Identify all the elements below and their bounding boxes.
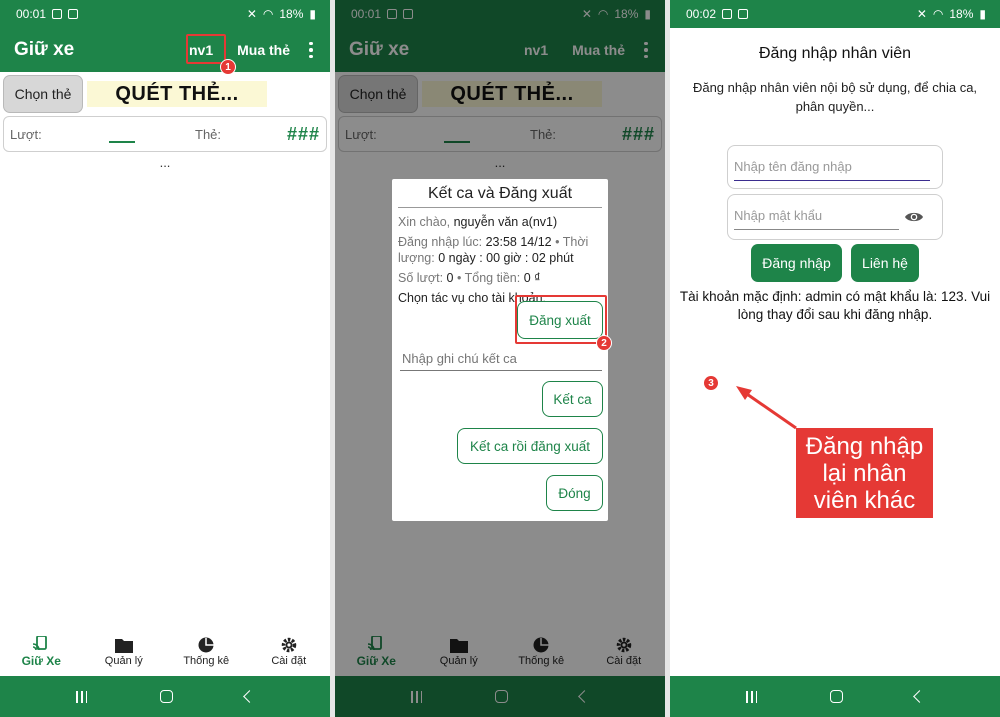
annotation-callout: Đăng nhập lại nhân viên khác [796, 428, 933, 518]
annotation-arrow [736, 386, 797, 430]
